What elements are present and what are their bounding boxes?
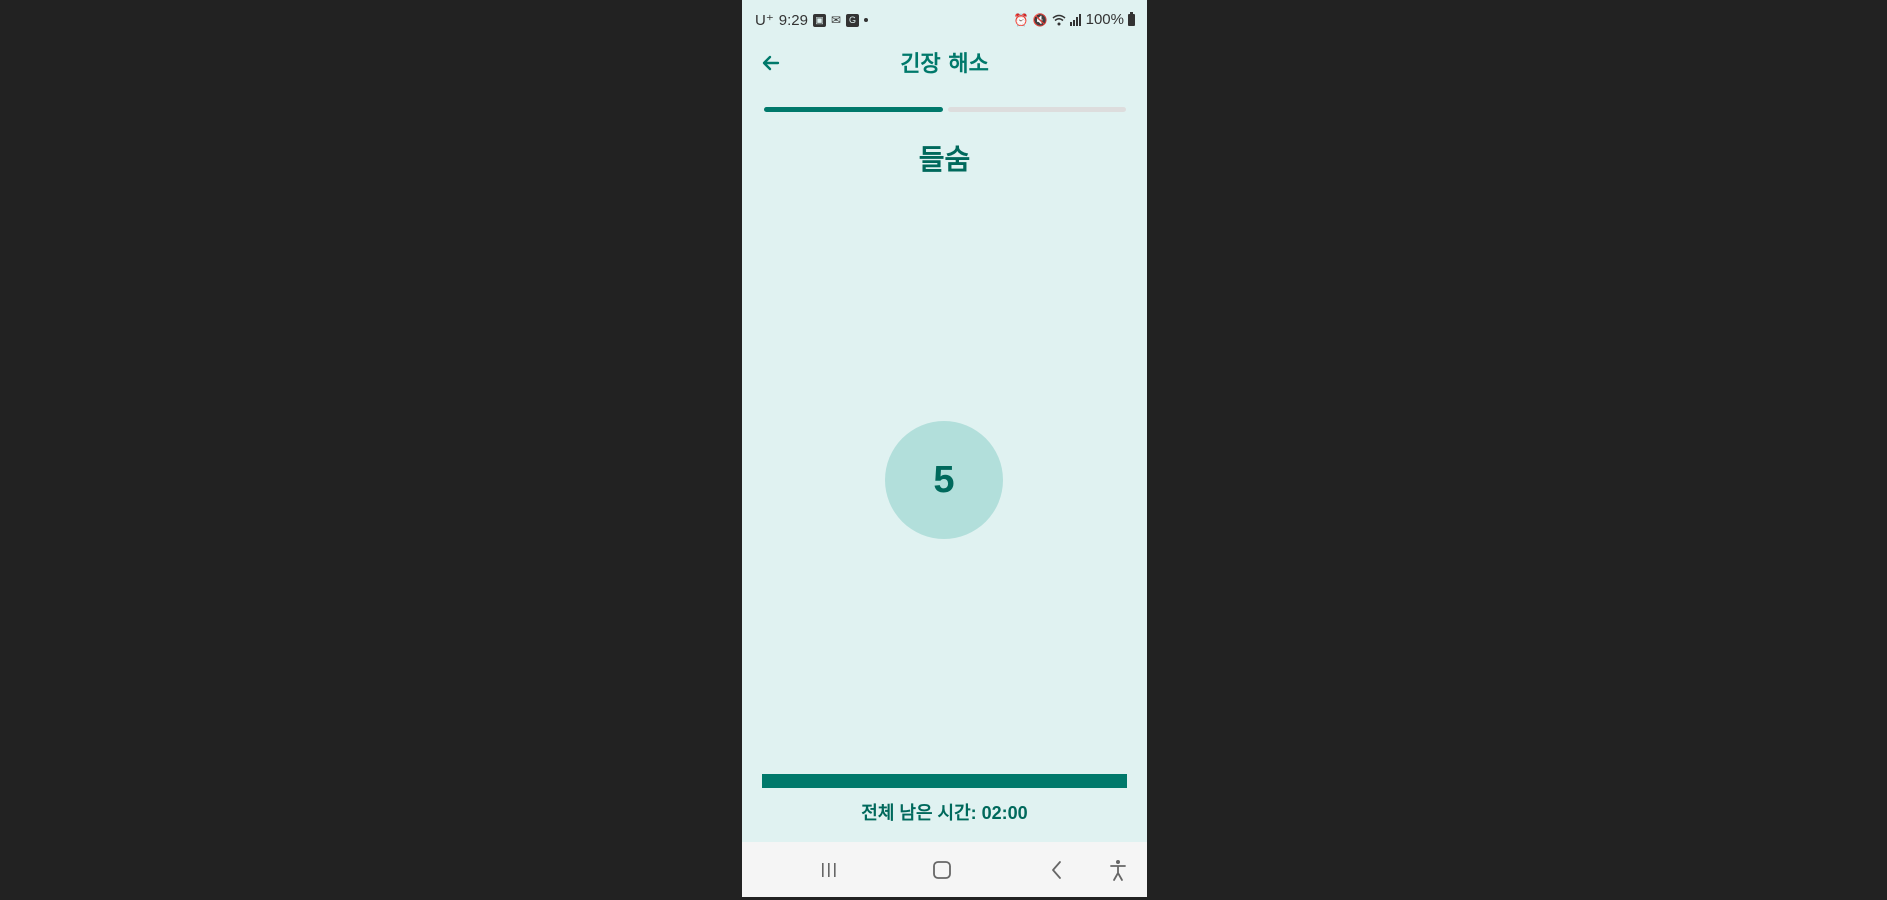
page-title: 긴장 해소 <box>900 52 989 77</box>
accessibility-button[interactable] <box>1103 856 1133 884</box>
total-progress-fill <box>762 774 1127 788</box>
status-bar: U⁺ 9:29 ▣ ✉ G ⏰ 🔇 100% <box>742 0 1147 38</box>
system-nav-bar <box>742 842 1147 897</box>
home-icon <box>933 861 951 879</box>
phase-label: 들숨 <box>918 143 971 176</box>
mail-icon: ✉ <box>830 13 842 27</box>
nav-back-button[interactable] <box>1042 856 1072 884</box>
dot-icon <box>864 18 869 22</box>
phone-screen: U⁺ 9:29 ▣ ✉ G ⏰ 🔇 100% 긴장 해소 들숨 5 전체 남은 … <box>742 0 1147 897</box>
wifi-icon <box>1052 14 1066 25</box>
recents-button[interactable] <box>814 856 844 884</box>
home-button[interactable] <box>927 856 957 884</box>
gallery-icon: ▣ <box>812 13 826 27</box>
counter-value: 5 <box>933 458 955 501</box>
battery-icon <box>1128 11 1135 26</box>
step-segment-2 <box>947 107 1126 112</box>
battery-label: 100% <box>1085 11 1124 28</box>
step-segment-1 <box>764 107 943 112</box>
accessibility-icon <box>1110 860 1126 881</box>
carrier-label: U⁺ <box>755 12 774 29</box>
total-progress-bar <box>762 774 1127 788</box>
alarm-icon: ⏰ <box>1013 12 1029 27</box>
clock: 9:29 <box>778 11 808 29</box>
step-progress <box>764 107 1126 112</box>
remaining-time-label: 전체 남은 시간: 02:00 <box>861 803 1028 823</box>
back-icon <box>1052 861 1061 879</box>
recents-icon <box>822 863 836 877</box>
status-right: ⏰ 🔇 100% <box>1014 11 1135 28</box>
app-bar: 긴장 해소 <box>742 38 1147 86</box>
signal-icon <box>1069 13 1081 26</box>
breath-counter-circle: 5 <box>885 421 1003 539</box>
mute-icon: 🔇 <box>1032 12 1048 27</box>
status-left: U⁺ 9:29 ▣ ✉ G <box>755 11 869 29</box>
app-icon: G <box>846 13 860 27</box>
